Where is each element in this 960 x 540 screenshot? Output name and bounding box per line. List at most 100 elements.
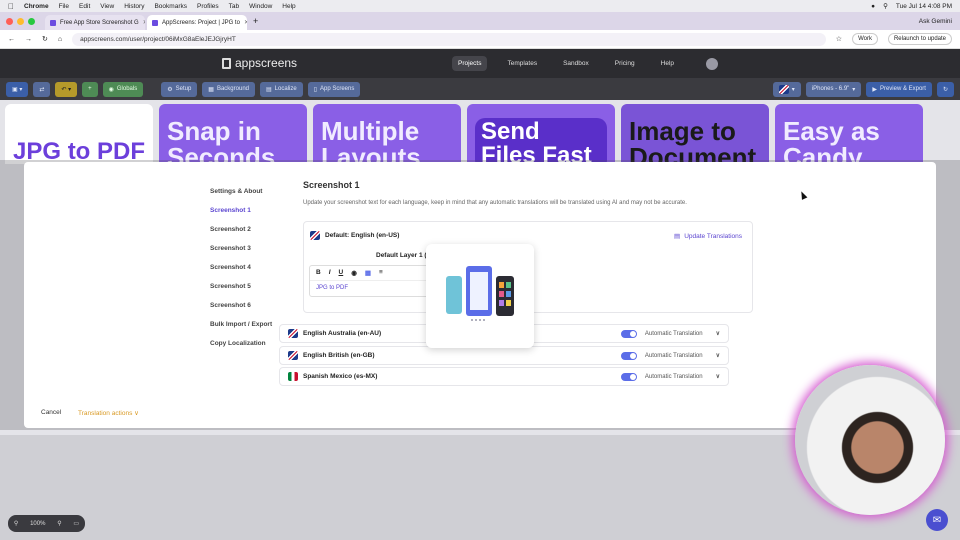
browser-tab[interactable]: Free App Store Screenshot G ✕ [45, 15, 145, 30]
card-text: Image to Document [629, 116, 757, 164]
undo-icon[interactable]: ↶ ▾ [55, 81, 78, 97]
editor-text[interactable]: JPG to PDF [310, 281, 430, 295]
chevron-down-icon[interactable]: ∨ [716, 330, 720, 337]
menubar-app-name[interactable]: Chrome [24, 3, 49, 10]
menu-help[interactable]: Help [282, 3, 295, 10]
background-label: Background [216, 86, 249, 92]
highlight-icon[interactable]: ▦ [365, 269, 371, 277]
profile-button[interactable]: Work [852, 33, 878, 45]
bold-icon[interactable]: B [316, 269, 321, 277]
fit-screen-icon[interactable]: ▭ [73, 520, 79, 527]
text-editor[interactable]: B I U ◉ ▦ ≡ JPG to PDF [309, 265, 431, 297]
swap-icon[interactable]: ⇄ [33, 81, 51, 97]
new-tab-icon[interactable]: + [253, 16, 258, 26]
menu-view[interactable]: View [100, 3, 114, 10]
language-name: English British (en-GB) [303, 352, 375, 359]
zoom-window-icon[interactable] [28, 17, 35, 25]
browser-tab-active[interactable]: AppScreens: Project | JPG to ✕ [147, 15, 247, 30]
tab-close-icon[interactable]: ✕ [244, 19, 247, 26]
menu-tab[interactable]: Tab [229, 3, 239, 10]
color-icon[interactable]: ◉ [351, 269, 357, 277]
nav-sandbox[interactable]: Sandbox [557, 56, 595, 71]
zoom-out-icon[interactable]: ⚲ [14, 520, 18, 527]
sidebar-item-settings[interactable]: Settings & About [210, 182, 300, 201]
menubar-clock[interactable]: Tue Jul 14 4:08 PM [896, 3, 952, 10]
menu-edit[interactable]: Edit [79, 3, 90, 10]
screenshot-card[interactable]: Snap in Seconds [159, 104, 307, 164]
nav-templates[interactable]: Templates [501, 56, 543, 71]
relaunch-button[interactable]: Relaunch to update [887, 33, 952, 45]
home-icon[interactable]: ⌂ [58, 36, 62, 43]
menu-profiles[interactable]: Profiles [197, 3, 219, 10]
refresh-icon[interactable]: ↻ [936, 81, 954, 97]
tab-close-icon[interactable]: ✕ [143, 19, 145, 26]
add-icon[interactable]: + [82, 81, 98, 97]
reload-icon[interactable]: ↻ [42, 35, 48, 43]
menu-bookmarks[interactable]: Bookmarks [154, 3, 187, 10]
nav-help[interactable]: Help [655, 56, 680, 71]
back-icon[interactable]: ← [8, 36, 15, 43]
sidebar-item-screenshot-6[interactable]: Screenshot 6 [210, 296, 300, 315]
ask-gemini-button[interactable]: Ask Gemini [919, 18, 952, 25]
globals-button[interactable]: ◉ Globals [102, 81, 144, 97]
sidebar-item-screenshot-2[interactable]: Screenshot 2 [210, 220, 300, 239]
modal-title: Screenshot 1 [303, 180, 360, 190]
italic-icon[interactable]: I [329, 269, 331, 277]
preview-export-button[interactable]: ▶ Preview & Export [866, 81, 932, 97]
app-screens-button[interactable]: ▯ App Screens [307, 81, 361, 97]
screenshot-card[interactable]: Image to Document [621, 104, 769, 164]
nav-projects[interactable]: Projects [451, 56, 488, 71]
auto-translate-toggle[interactable] [620, 351, 637, 360]
search-icon[interactable]: ⚲ [883, 2, 888, 10]
address-bar: ← → ↻ ⌂ appscreens.com/user/project/06iM… [0, 30, 960, 49]
screenshot-card[interactable]: Easy as Candy [775, 104, 923, 164]
card-text: Easy as Candy [783, 116, 880, 164]
language-row[interactable]: English British (en-GB) Automatic Transl… [279, 346, 729, 365]
chat-icon[interactable]: ✉ [926, 509, 948, 531]
setup-button[interactable]: ⚙ Setup [161, 81, 198, 97]
modal-description: Update your screenshot text for each lan… [303, 200, 687, 206]
language-row[interactable]: Spanish Mexico (es-MX) Automatic Transla… [279, 367, 729, 386]
bookmark-star-icon[interactable]: ☆ [836, 35, 842, 43]
cancel-button[interactable]: Cancel [41, 409, 61, 416]
screenshot-card[interactable]: JPG to PDF [5, 104, 153, 164]
sidebar-item-screenshot-4[interactable]: Screenshot 4 [210, 258, 300, 277]
preview-label: Preview & Export [879, 86, 926, 92]
zoom-in-icon[interactable]: ⚲ [57, 520, 61, 527]
underline-icon[interactable]: U [339, 269, 344, 277]
translation-actions-button[interactable]: Translation actions ∨ [78, 409, 139, 417]
minimize-window-icon[interactable] [17, 17, 24, 25]
appscreens-logo[interactable]: appscreens [222, 56, 297, 70]
align-icon[interactable]: ≡ [379, 269, 383, 277]
language-flag-button[interactable]: ▾ [772, 81, 801, 97]
background-button[interactable]: ▦ Background [202, 81, 255, 97]
auto-translate-toggle[interactable] [620, 372, 637, 381]
sidebar-item-screenshot-1[interactable]: Screenshot 1 [210, 201, 300, 220]
forward-icon[interactable]: → [25, 36, 32, 43]
user-avatar[interactable] [706, 57, 719, 70]
update-translations-label: Update Translations [684, 232, 742, 240]
auto-translate-label: Automatic Translation [644, 352, 703, 359]
auto-translate-toggle[interactable] [620, 329, 637, 338]
sidebar-item-screenshot-5[interactable]: Screenshot 5 [210, 277, 300, 296]
nav-pricing[interactable]: Pricing [609, 56, 641, 71]
wifi-icon[interactable]: ● [871, 3, 875, 10]
save-icon[interactable]: ▣ ▾ [6, 81, 29, 97]
us-flag-icon [310, 231, 320, 240]
chevron-down-icon[interactable]: ∨ [716, 373, 720, 380]
menu-file[interactable]: File [59, 3, 69, 10]
layer-title: Default Layer 1 (b [376, 252, 431, 259]
update-translations-button[interactable]: ▤ Update Translations [674, 232, 742, 241]
url-field[interactable]: appscreens.com/user/project/06iMxG8aEleJ… [72, 32, 826, 46]
gb-flag-icon [288, 351, 298, 360]
screenshot-card[interactable]: Multiple Layouts [313, 104, 461, 164]
sidebar-item-screenshot-3[interactable]: Screenshot 3 [210, 239, 300, 258]
screenshot-card[interactable]: Send Files Fast [467, 104, 615, 164]
menu-history[interactable]: History [124, 3, 144, 10]
chevron-down-icon[interactable]: ∨ [716, 352, 720, 359]
close-window-icon[interactable] [6, 17, 13, 25]
apple-icon[interactable]:  [8, 2, 14, 11]
device-select[interactable]: iPhones - 6.9" ▾ [805, 81, 862, 97]
localize-button[interactable]: ▤ Localize [260, 81, 303, 97]
menu-window[interactable]: Window [249, 3, 272, 10]
